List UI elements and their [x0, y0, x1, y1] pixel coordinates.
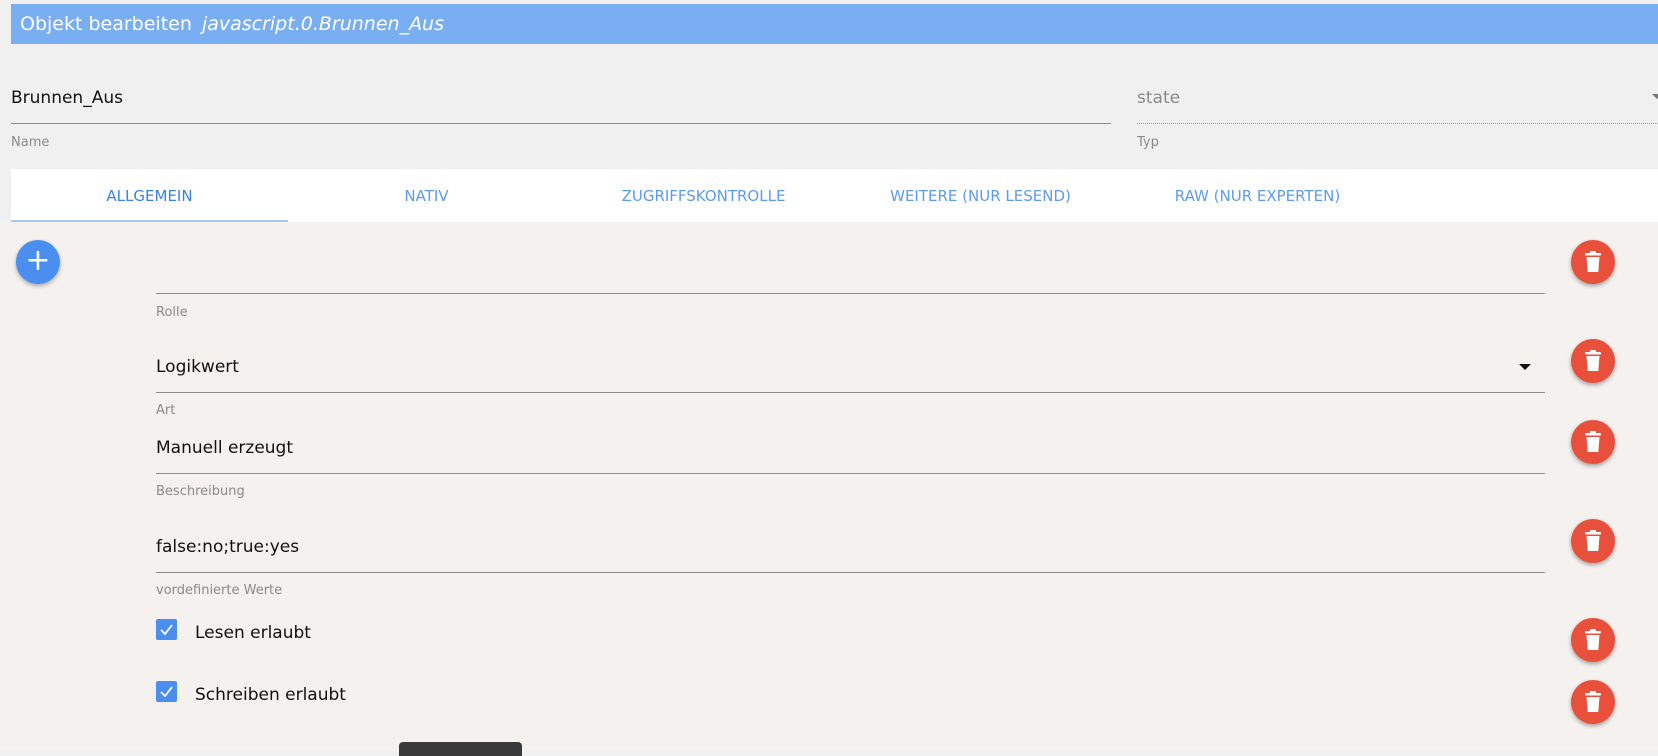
tab-weitere[interactable]: WEITERE (NUR LESEND) [842, 169, 1119, 222]
read-label: Lesen erlaubt [195, 623, 311, 643]
art-underline [156, 392, 1545, 393]
write-checkbox[interactable] [156, 681, 177, 702]
states-input[interactable]: false:no;true:yes [156, 537, 299, 557]
art-caption: Art [156, 403, 176, 418]
type-value[interactable]: state [1137, 88, 1180, 108]
name-field[interactable]: Brunnen_Aus Name [11, 88, 1111, 158]
name-input[interactable]: Brunnen_Aus [11, 88, 123, 108]
delete-rolle-button[interactable] [1571, 240, 1615, 284]
trash-icon [1585, 251, 1601, 272]
delete-write-button[interactable] [1571, 680, 1615, 724]
trash-icon [1585, 431, 1601, 452]
tab-allgemein[interactable]: ALLGEMEIN [11, 169, 288, 222]
beschreibung-field[interactable]: Manuell erzeugt Beschreibung [156, 437, 1545, 499]
check-icon [160, 686, 173, 698]
art-field[interactable]: Logikwert Art [156, 356, 1545, 418]
name-underline [11, 123, 1111, 124]
art-select[interactable]: Logikwert [156, 357, 239, 377]
type-select[interactable]: state Typ [1137, 88, 1658, 158]
delete-read-button[interactable] [1571, 618, 1615, 662]
tab-nativ[interactable]: NATIV [288, 169, 565, 222]
plus-icon: + [25, 243, 51, 278]
beschreibung-caption: Beschreibung [156, 484, 245, 499]
rolle-underline [156, 293, 1545, 294]
write-label: Schreiben erlaubt [195, 685, 346, 705]
tab-bar: ALLGEMEIN NATIV ZUGRIFFSKONTROLLE WEITER… [11, 169, 1658, 222]
add-attribute-button[interactable]: + [16, 240, 60, 284]
type-underline [1137, 123, 1658, 124]
rolle-caption: Rolle [156, 305, 188, 320]
delete-states-button[interactable] [1571, 519, 1615, 563]
tab-zugriffskontrolle[interactable]: ZUGRIFFSKONTROLLE [565, 169, 842, 222]
chevron-down-icon[interactable] [1652, 94, 1658, 99]
rolle-field[interactable]: Rolle [156, 262, 1545, 322]
check-icon [160, 624, 173, 636]
states-field[interactable]: false:no;true:yes vordefinierte Werte [156, 536, 1545, 598]
tab-raw[interactable]: RAW (NUR EXPERTEN) [1119, 169, 1396, 222]
bottom-action-button[interactable] [399, 742, 522, 756]
dialog-title: Objekt bearbeiten [20, 13, 192, 35]
read-checkbox[interactable] [156, 619, 177, 640]
caret-down-icon[interactable] [1519, 364, 1531, 370]
delete-beschreibung-button[interactable] [1571, 420, 1615, 464]
type-caption: Typ [1137, 135, 1159, 150]
dialog-titlebar: Objekt bearbeiten javascript.0.Brunnen_A… [11, 4, 1658, 44]
name-caption: Name [11, 135, 50, 150]
delete-art-button[interactable] [1571, 339, 1615, 383]
trash-icon [1585, 350, 1601, 371]
beschreibung-input[interactable]: Manuell erzeugt [156, 438, 293, 458]
object-id: javascript.0.Brunnen_Aus [201, 13, 445, 35]
states-caption: vordefinierte Werte [156, 583, 283, 598]
states-underline [156, 572, 1545, 573]
trash-icon [1585, 629, 1601, 650]
trash-icon [1585, 691, 1601, 712]
beschreibung-underline [156, 473, 1545, 474]
trash-icon [1585, 530, 1601, 551]
